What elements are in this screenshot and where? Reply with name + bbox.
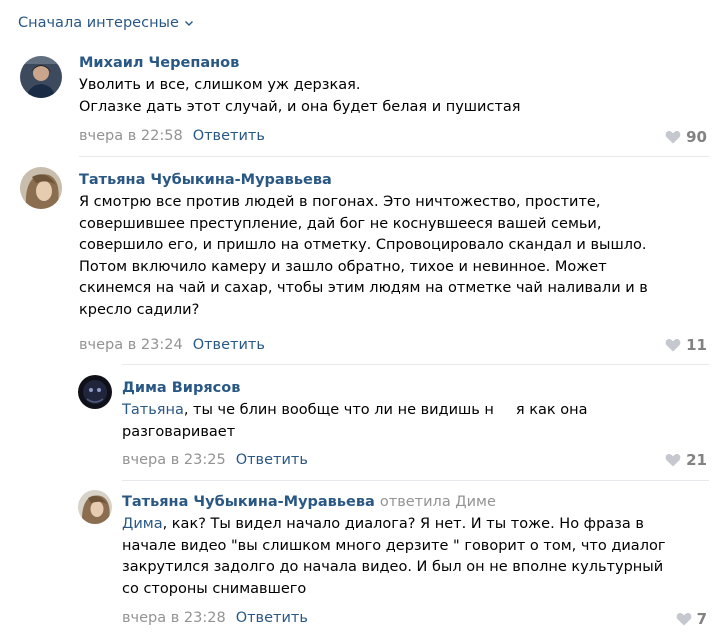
comment-meta: вчера в 23:28 Ответить xyxy=(122,610,308,626)
comment-timestamp[interactable]: вчера в 23:24 xyxy=(79,337,183,353)
heart-icon xyxy=(665,453,681,467)
comment-text-line: Оглазке дать этот случай, и она будет бе… xyxy=(79,98,521,115)
like-count: 90 xyxy=(686,128,707,146)
comment-author[interactable]: Михаил Черепанов xyxy=(79,55,239,71)
like-count: 21 xyxy=(686,451,707,469)
comment-text-line: скинемся на чай и сахар, чтобы этим людя… xyxy=(79,280,648,296)
avatar[interactable] xyxy=(20,167,62,209)
comment-timestamp[interactable]: вчера в 23:28 xyxy=(122,610,226,626)
comment-text-line: Уволить и все, слишком уж дерзкая. xyxy=(79,77,361,93)
avatar[interactable] xyxy=(78,490,112,524)
comment-text-line: Татьяна, ты че блин вообще что ли не вид… xyxy=(122,400,588,422)
reply-button[interactable]: Ответить xyxy=(236,610,308,626)
comment-text-fragment: я как она xyxy=(515,402,588,418)
divider xyxy=(122,364,709,365)
mention-link[interactable]: Татьяна xyxy=(122,402,184,418)
comment-text-line: Потом включило камеру и зашло обратно, т… xyxy=(79,258,607,275)
comment-author-name[interactable]: Татьяна Чубыкина-Муравьева xyxy=(122,494,375,510)
comment-text-line: закрутился задолго до начала видео. И бы… xyxy=(122,559,664,575)
comment-text: Татьяна, ты че блин вообще что ли не вид… xyxy=(122,400,588,443)
comment-author[interactable]: Дима Вирясов xyxy=(122,380,240,396)
comment-text-line: совершило его, и пришло на отметку. Спро… xyxy=(79,237,647,253)
comment-timestamp[interactable]: вчера в 22:58 xyxy=(79,128,183,144)
comment-text-line: Я смотрю все против людей в погонах. Это… xyxy=(79,194,601,210)
comment-text: Уволить и все, слишком уж дерзкая. Оглаз… xyxy=(79,75,521,118)
heart-icon xyxy=(676,612,691,626)
reply-to-label[interactable]: ответила Диме xyxy=(380,494,496,510)
chevron-down-icon xyxy=(184,21,193,26)
comment-author[interactable]: Татьяна Чубыкина-Муравьева xyxy=(79,172,332,188)
avatar[interactable] xyxy=(78,375,112,409)
comment-text-line: кресло садили? xyxy=(79,301,200,318)
like-button[interactable]: 7 xyxy=(676,610,707,628)
sort-dropdown[interactable]: Сначала интересные xyxy=(18,15,194,31)
comment-meta: вчера в 22:58 Ответить xyxy=(79,128,265,144)
comment-text-line: Дима, как? Ты видел начало диалога? Я не… xyxy=(122,514,665,536)
comment-meta: вчера в 23:24 Ответить xyxy=(79,337,265,353)
like-count: 7 xyxy=(696,610,707,628)
avatar[interactable] xyxy=(20,56,62,98)
comment-text-fragment: , как? Ты видел начало диалога? Я нет. И… xyxy=(162,516,644,532)
comment-text-fragment: , ты че блин вообще что ли не видишь н xyxy=(183,402,494,418)
heart-icon xyxy=(665,338,681,352)
comment-meta: вчера в 23:25 Ответить xyxy=(122,452,308,468)
comment-text-line: начале видео "вы слишком много дерзите "… xyxy=(122,537,666,554)
comment-timestamp[interactable]: вчера в 23:25 xyxy=(122,452,226,468)
like-button[interactable]: 11 xyxy=(665,336,707,354)
comment-text: Я смотрю все против людей в погонах. Это… xyxy=(79,192,648,321)
reply-button[interactable]: Ответить xyxy=(236,452,308,468)
comment-text: Дима, как? Ты видел начало диалога? Я не… xyxy=(122,514,665,600)
heart-icon xyxy=(665,130,681,144)
like-count: 11 xyxy=(686,336,707,354)
comment-text-line: разговаривает xyxy=(122,423,236,440)
comment-text-line: совершившее преступление, дай бог не кос… xyxy=(79,215,602,232)
mention-link[interactable]: Дима xyxy=(122,516,163,532)
like-button[interactable]: 21 xyxy=(665,451,707,469)
reply-button[interactable]: Ответить xyxy=(193,337,265,353)
reply-button[interactable]: Ответить xyxy=(193,128,265,144)
comment-author[interactable]: Татьяна Чубыкина-Муравьева ответила Диме xyxy=(122,494,496,510)
divider xyxy=(79,156,709,157)
comment-text-line: со стороны снимавшего xyxy=(122,580,307,597)
divider xyxy=(122,480,709,481)
sort-label: Сначала интересные xyxy=(18,15,179,31)
like-button[interactable]: 90 xyxy=(665,128,707,146)
